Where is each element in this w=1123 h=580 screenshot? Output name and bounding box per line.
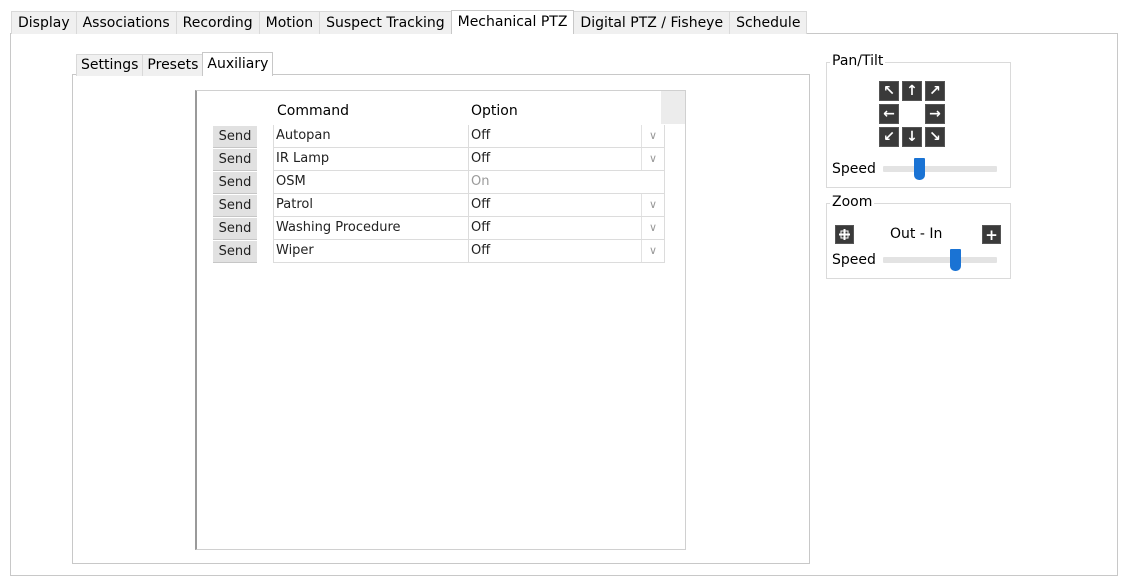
send-button[interactable]: Send [213,126,257,148]
grid-header-corner [661,91,685,124]
option-select[interactable]: Off ∨ [468,194,665,217]
command-cell: Wiper [273,240,470,263]
option-select[interactable]: Off ∨ [468,125,665,148]
tab-suspect-tracking[interactable]: Suspect Tracking [319,11,452,34]
pan-tilt-speed-thumb[interactable] [914,158,925,180]
option-value: Off [471,220,491,235]
pan-tilt-center [902,104,922,124]
table-row: Send Autopan Off ∨ [197,125,685,148]
main-tab-strip: Display Associations Recording Motion Suspec… [11,10,808,34]
tab-recording[interactable]: Recording [175,11,260,34]
zoom-speed-label: Speed [832,252,876,268]
column-header-option: Option [471,103,518,119]
command-cell: OSM [273,171,470,194]
chevron-down-icon[interactable]: ∨ [641,194,664,216]
arrow-down-left-icon[interactable]: ↙ [879,127,899,147]
chevron-down-icon[interactable]: ∨ [641,217,664,239]
subtab-auxiliary[interactable]: Auxiliary [202,52,274,76]
option-value: On [471,174,490,189]
tab-display[interactable]: Display [11,11,77,34]
column-header-command: Command [277,103,349,119]
tab-associations[interactable]: Associations [75,11,177,34]
arrow-up-right-icon[interactable]: ↗ [925,81,945,101]
command-cell: Autopan [273,125,470,148]
send-button[interactable]: Send [213,172,257,194]
tab-mechanical-ptz[interactable]: Mechanical PTZ [450,10,575,34]
zoom-out-icon[interactable] [835,225,854,244]
option-value: Off [471,197,491,212]
zoom-in-icon[interactable]: + [982,225,1001,244]
zoom-group: Zoom Out - In + Speed [826,193,1011,279]
chevron-down-icon[interactable]: ∨ [641,148,664,170]
option-select[interactable]: Off ∨ [468,148,665,171]
option-select[interactable]: Off ∨ [468,240,665,263]
zoom-speed-slider[interactable] [883,249,997,271]
table-row: Send Patrol Off ∨ [197,194,685,217]
pan-tilt-title: Pan/Tilt [830,52,886,70]
command-cell: Washing Procedure [273,217,470,240]
table-row: Send Washing Procedure Off ∨ [197,217,685,240]
zoom-speed-thumb[interactable] [950,249,961,271]
option-select: On [468,171,665,194]
chevron-down-icon[interactable]: ∨ [641,125,664,147]
table-row: Send Wiper Off ∨ [197,240,685,263]
option-value: Off [471,243,491,258]
send-button[interactable]: Send [213,241,257,263]
tab-motion[interactable]: Motion [258,11,321,34]
option-select[interactable]: Off ∨ [468,217,665,240]
tab-schedule[interactable]: Schedule [729,11,808,34]
arrow-up-left-icon[interactable]: ↖ [879,81,899,101]
zoom-title: Zoom [830,193,875,211]
arrow-down-icon[interactable]: ↓ [902,127,922,147]
arrow-up-icon[interactable]: ↑ [902,81,922,101]
send-button[interactable]: Send [213,195,257,217]
pan-tilt-speed-label: Speed [832,161,876,177]
send-button[interactable]: Send [213,218,257,240]
pan-tilt-pad: ↖ ↑ ↗ ← → ↙ ↓ ↘ [879,81,949,151]
command-cell: Patrol [273,194,470,217]
chevron-down-icon[interactable]: ∨ [641,240,664,262]
send-button[interactable]: Send [213,149,257,171]
grid-header: Command Option [197,91,685,124]
auxiliary-command-grid: Command Option Send Autopan Off ∨ Send IR Lam… [195,90,686,550]
arrow-right-icon[interactable]: → [925,104,945,124]
option-value: Off [471,151,491,166]
table-row: Send IR Lamp Off ∨ [197,148,685,171]
tab-digital-ptz-fisheye[interactable]: Digital PTZ / Fisheye [573,11,731,34]
arrow-down-right-icon[interactable]: ↘ [925,127,945,147]
table-row: Send OSM On [197,171,685,194]
command-cell: IR Lamp [273,148,470,171]
zoom-range-label: Out - In [890,226,943,242]
subtab-presets[interactable]: Presets [142,54,204,76]
arrow-left-icon[interactable]: ← [879,104,899,124]
pan-tilt-group: Pan/Tilt ↖ ↑ ↗ ← → ↙ ↓ ↘ Speed [826,52,1011,188]
subtab-settings[interactable]: Settings [76,54,144,76]
sub-tab-strip: Settings Presets Auxiliary [76,52,274,76]
pan-tilt-speed-slider[interactable] [883,158,997,180]
option-value: Off [471,128,491,143]
